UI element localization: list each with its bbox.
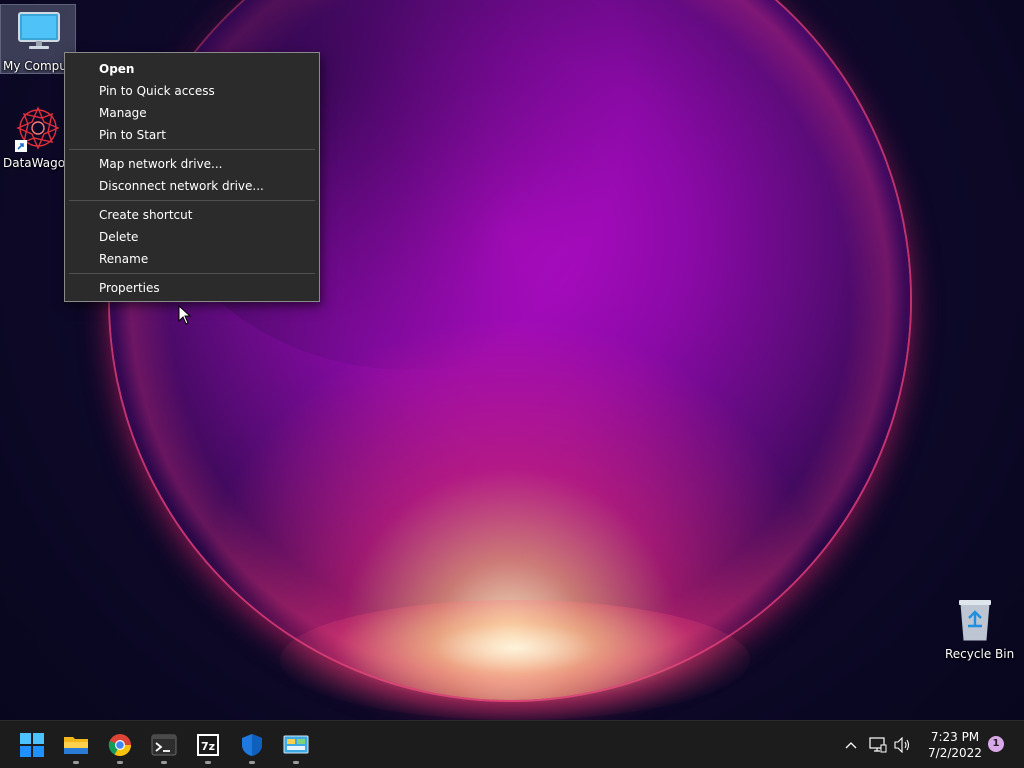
desktop-icon-label: My Comput <box>3 59 72 73</box>
menu-item-pin-quick-access[interactable]: Pin to Quick access <box>99 83 215 99</box>
taskbar-terminal[interactable] <box>144 721 184 768</box>
taskbar-start-button[interactable] <box>12 721 52 768</box>
recycle-bin-icon <box>959 600 991 641</box>
menu-separator <box>69 149 315 150</box>
chrome-icon <box>108 734 131 756</box>
control-panel-icon <box>283 735 309 754</box>
menu-separator <box>69 273 315 274</box>
tray-volume-button[interactable] <box>892 721 914 768</box>
taskbar-windows-security[interactable] <box>232 721 272 768</box>
desktop-icon-label: DataWagon <box>3 156 73 170</box>
tray-network-button[interactable] <box>867 721 889 768</box>
taskbar-control-panel[interactable] <box>276 721 316 768</box>
svg-text:7z: 7z <box>201 740 215 753</box>
menu-item-manage[interactable]: Manage <box>99 105 147 121</box>
running-indicator <box>161 761 167 764</box>
clock-date: 7/2/2022 <box>928 746 982 760</box>
desktop-icon-recycle-bin[interactable]: Recycle Bin <box>937 596 1015 666</box>
taskbar-chrome[interactable] <box>100 721 140 768</box>
menu-separator <box>69 200 315 201</box>
tray-overflow-button[interactable] <box>840 721 862 768</box>
notification-badge[interactable]: 1 <box>988 736 1004 752</box>
terminal-icon <box>151 734 177 756</box>
menu-item-map-network-drive[interactable]: Map network drive... <box>99 156 223 172</box>
menu-item-rename[interactable]: Rename <box>99 251 148 267</box>
menu-item-disconnect-network-drive[interactable]: Disconnect network drive... <box>99 178 264 194</box>
menu-item-properties[interactable]: Properties <box>99 280 160 296</box>
windows-start-icon <box>20 733 44 757</box>
taskbar-file-explorer[interactable] <box>56 721 96 768</box>
running-indicator <box>293 761 299 764</box>
7zip-icon: 7z <box>197 734 219 756</box>
clock-time: 7:23 PM <box>930 730 980 744</box>
network-icon <box>869 737 887 753</box>
running-indicator <box>249 761 255 764</box>
shortcut-arrow-icon <box>15 140 27 152</box>
context-menu: Open Pin to Quick access Manage Pin to S… <box>64 52 320 302</box>
running-indicator <box>117 761 123 764</box>
running-indicator <box>205 761 211 764</box>
desktop-icon-label: Recycle Bin <box>945 647 1015 661</box>
menu-item-pin-start[interactable]: Pin to Start <box>99 127 166 143</box>
shield-icon <box>242 734 262 756</box>
taskbar-clock[interactable]: 7:23 PM 7/2/2022 <box>916 729 994 761</box>
mouse-cursor-icon <box>178 305 192 325</box>
running-indicator <box>73 761 79 764</box>
taskbar-7zip[interactable]: 7z <box>188 721 228 768</box>
menu-item-create-shortcut[interactable]: Create shortcut <box>99 207 192 223</box>
folder-icon <box>64 737 88 754</box>
taskbar: 7z 7:23 PM 7/2/2022 <box>0 720 1024 768</box>
monitor-icon <box>18 12 60 49</box>
chevron-up-icon <box>845 742 857 749</box>
volume-icon <box>894 737 910 753</box>
menu-item-delete[interactable]: Delete <box>99 229 138 245</box>
menu-item-open[interactable]: Open <box>99 61 134 77</box>
wallpaper-glow <box>280 600 750 720</box>
